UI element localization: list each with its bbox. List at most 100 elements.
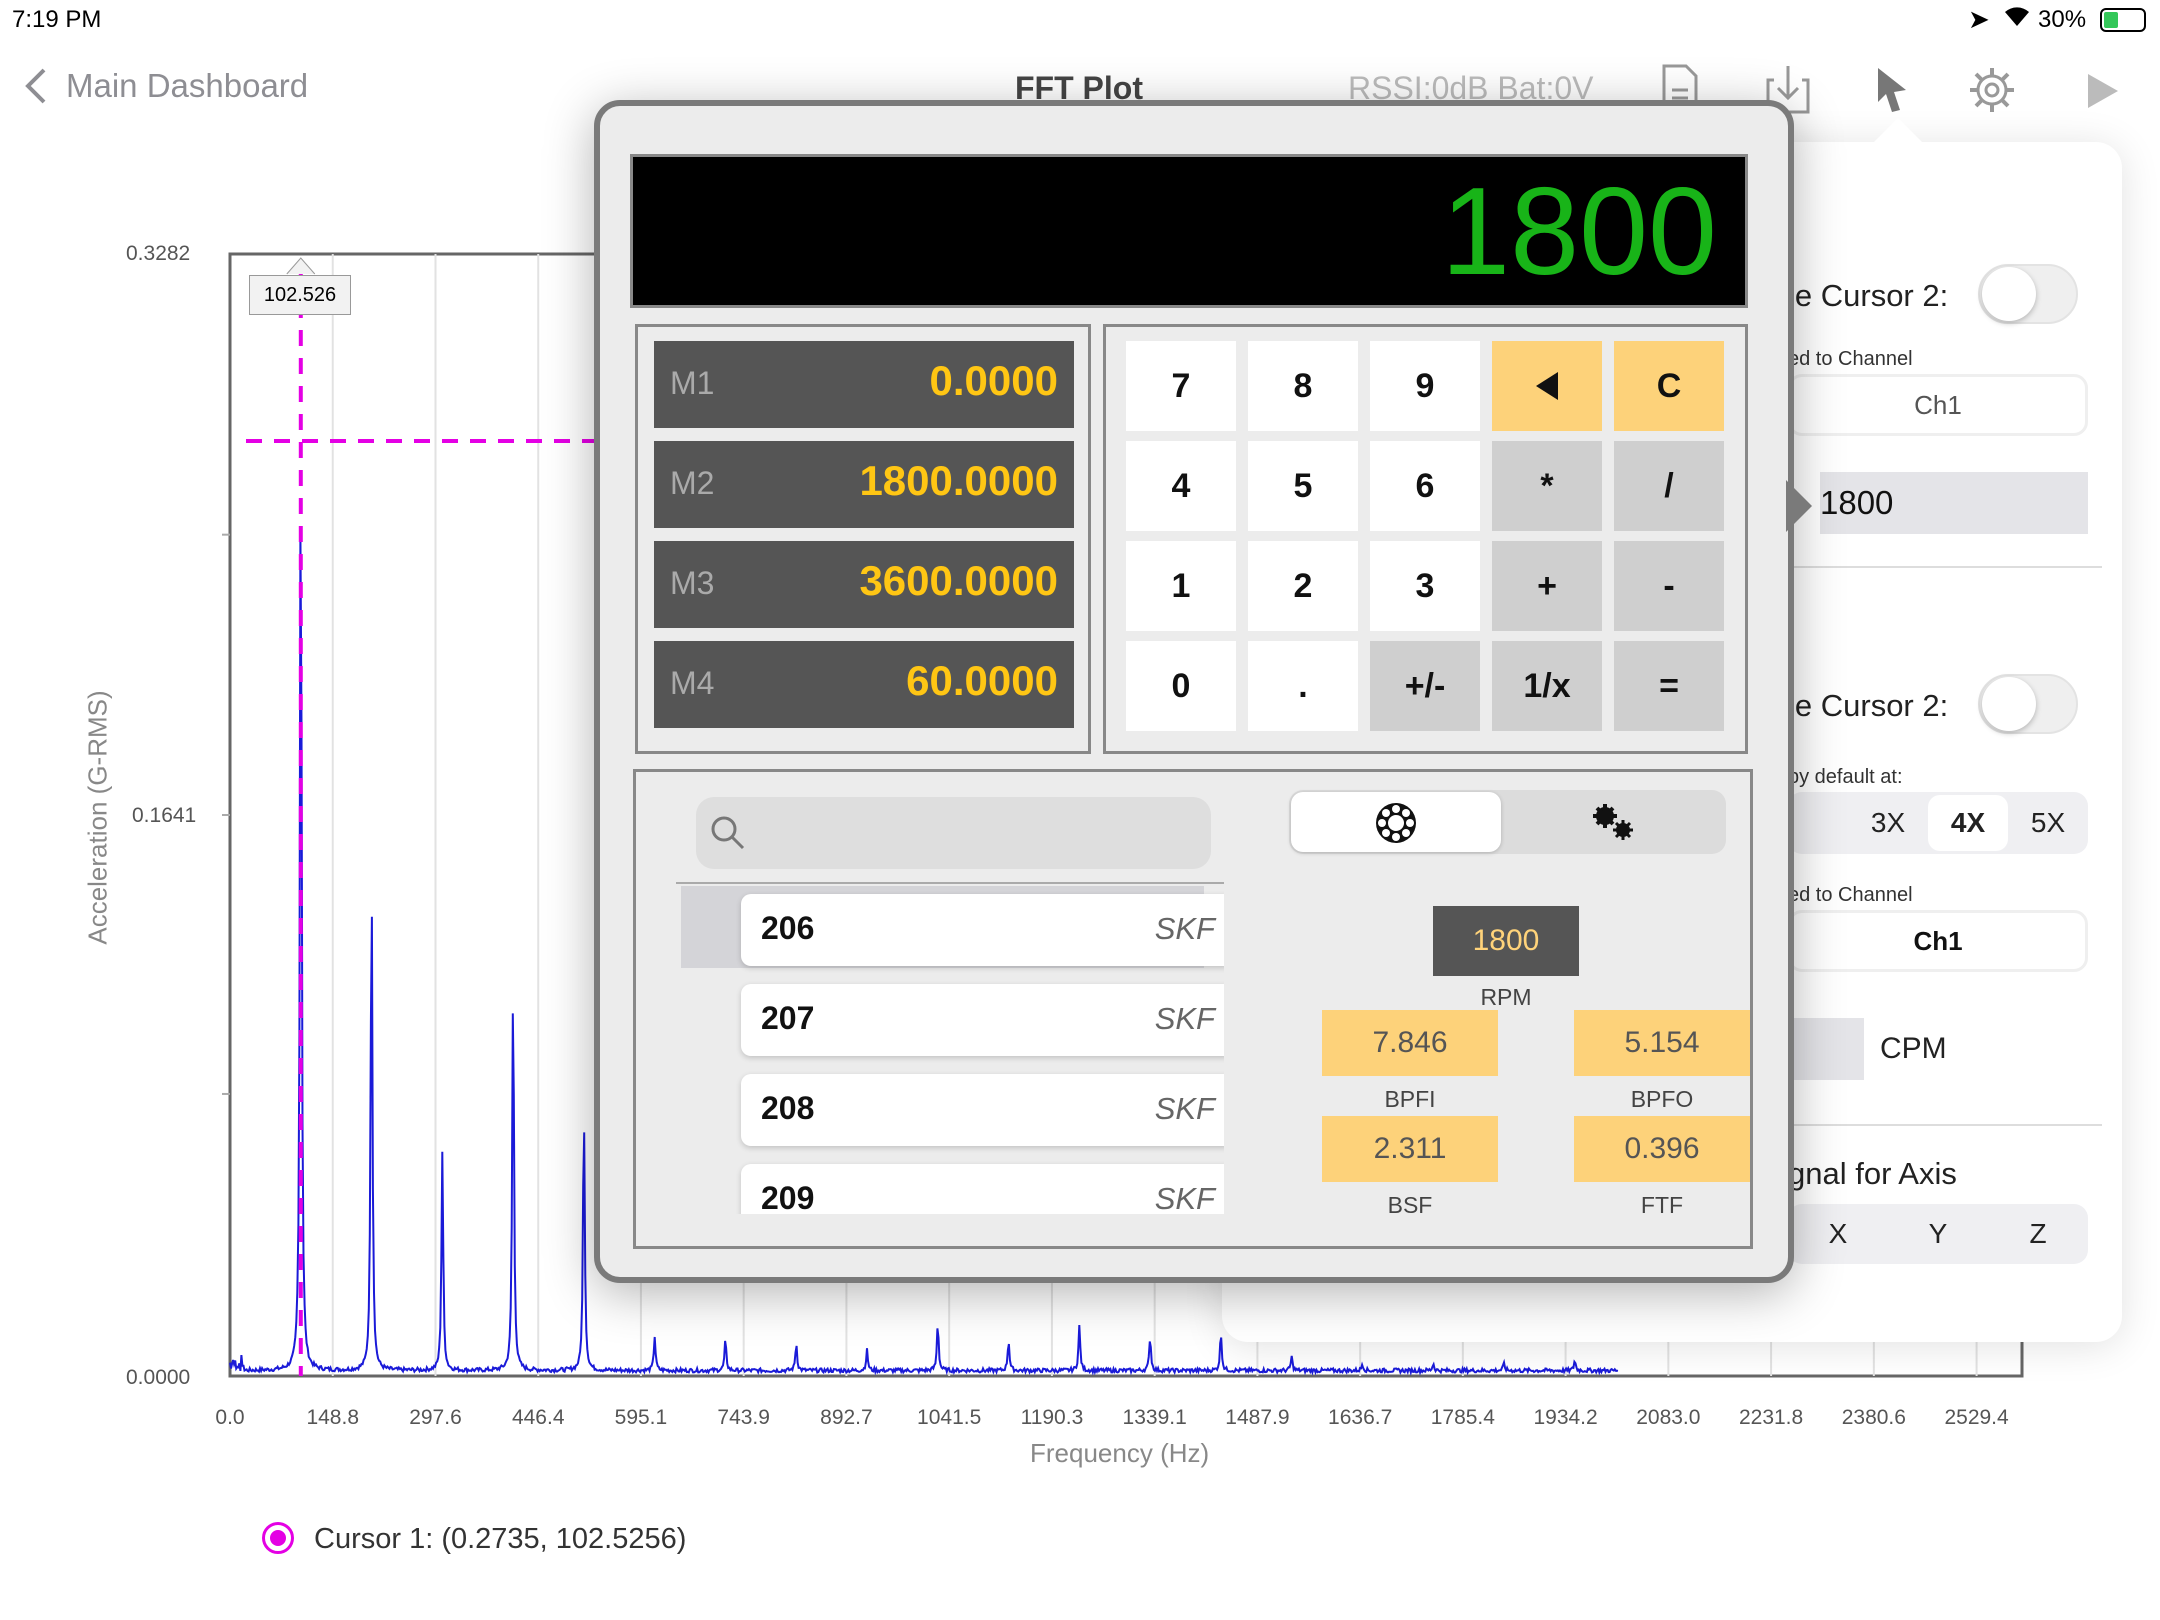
axis-y[interactable]: Y: [1888, 1204, 1988, 1264]
key-divide[interactable]: /: [1614, 441, 1724, 531]
key-backspace[interactable]: [1492, 341, 1602, 431]
cpm-input[interactable]: [1788, 1018, 1864, 1080]
bearing-mode-tab[interactable]: [1291, 792, 1501, 852]
y-tick-mid: 0.1641: [132, 804, 197, 827]
mode-segmented-control[interactable]: [1289, 790, 1726, 854]
key-plus[interactable]: +: [1492, 541, 1602, 631]
key-decimal[interactable]: .: [1248, 641, 1358, 731]
bearing-brand: SKF: [1154, 1091, 1215, 1126]
cursor2-toggle-b[interactable]: [1978, 674, 2078, 734]
harmonic-segmented-control[interactable]: 3X 4X 5X: [1788, 792, 2088, 854]
bearing-panel: 206 SKF 207 SKF 208 SKF 209 SKF 1800 RPM…: [633, 769, 1753, 1249]
popover-arrow: [1872, 118, 1924, 144]
search-icon: [711, 816, 745, 850]
harmonic-4x[interactable]: 4X: [1928, 795, 2008, 851]
bpfo-label: BPFO: [1630, 1086, 1694, 1112]
divider-2: [1788, 1124, 2102, 1126]
ftf-label: FTF: [1640, 1192, 1684, 1218]
gears-icon: [1593, 804, 1633, 840]
key-equals[interactable]: =: [1614, 641, 1724, 731]
channel-select-b[interactable]: Ch1: [1788, 910, 2088, 972]
memory-m3[interactable]: M3 3600.0000: [654, 541, 1074, 628]
bsf-value: 2.311: [1322, 1116, 1498, 1182]
x-tick-label: 148.8: [306, 1406, 359, 1429]
x-tick-label: 446.4: [512, 1406, 565, 1429]
keypad: 7 8 9 C 4 5 6 * / 1 2 3 + - 0 . +/- 1/x …: [1103, 324, 1748, 754]
wifi-icon: [2002, 2, 2032, 35]
cursor-pointer-icon[interactable]: [1872, 64, 1912, 119]
x-tick-label: 595.1: [615, 1406, 668, 1429]
memory-panel: M1 0.0000 M2 1800.0000 M3 3600.0000 M4 6…: [635, 324, 1091, 754]
key-5[interactable]: 5: [1248, 441, 1358, 531]
key-0[interactable]: 0: [1126, 641, 1236, 731]
bearing-icon: [1376, 803, 1416, 843]
display-value: 1800: [1441, 163, 1717, 301]
memory-m1[interactable]: M1 0.0000: [654, 341, 1074, 428]
ftf-value: 0.396: [1574, 1116, 1750, 1182]
memory-m4[interactable]: M4 60.0000: [654, 641, 1074, 728]
key-minus[interactable]: -: [1614, 541, 1724, 631]
memory-value: 1800.0000: [859, 457, 1058, 504]
bearing-list[interactable]: 206 SKF 207 SKF 208 SKF 209 SKF: [676, 886, 1224, 1214]
memory-value: 0.0000: [929, 357, 1058, 404]
calculator-display: 1800: [630, 154, 1748, 308]
key-4[interactable]: 4: [1126, 441, 1236, 531]
modal-pointer: [1786, 480, 1812, 532]
rpm-input[interactable]: 1800: [1820, 472, 2088, 534]
axis-segmented-control[interactable]: X Y Z: [1788, 1204, 2088, 1264]
memory-label: M3: [670, 565, 715, 601]
tooltip-pointer: [286, 257, 316, 275]
memory-m2[interactable]: M2 1800.0000: [654, 441, 1074, 528]
key-1[interactable]: 1: [1126, 541, 1236, 631]
key-2[interactable]: 2: [1248, 541, 1358, 631]
axis-z[interactable]: Z: [1988, 1204, 2088, 1264]
default-at-label: by default at:: [1788, 766, 1903, 788]
key-6[interactable]: 6: [1370, 441, 1480, 531]
x-tick-label: 2231.8: [1739, 1406, 1803, 1429]
x-tick-label: 1190.3: [1021, 1406, 1084, 1429]
bearing-brand: SKF: [1154, 1181, 1215, 1214]
gears-mode-tab[interactable]: [1589, 802, 1637, 847]
bearing-search-input[interactable]: [696, 797, 1211, 869]
x-tick-label: 2083.0: [1636, 1406, 1700, 1429]
list-item[interactable]: 207 SKF: [741, 984, 1224, 1056]
gear-icon[interactable]: [1968, 66, 2016, 119]
x-tick-label: 297.6: [409, 1406, 462, 1429]
key-3[interactable]: 3: [1370, 541, 1480, 631]
axis-x[interactable]: X: [1788, 1204, 1888, 1264]
rpm-label: RPM: [1480, 984, 1532, 1010]
x-tick-label: 743.9: [717, 1406, 770, 1429]
list-item[interactable]: 209 SKF: [741, 1164, 1224, 1214]
bearing-brand: SKF: [1154, 1001, 1215, 1036]
bearing-number: 208: [761, 1090, 815, 1126]
location-icon: ➤: [1968, 4, 1990, 34]
harmonic-5x[interactable]: 5X: [2008, 792, 2088, 854]
back-button[interactable]: Main Dashboard: [22, 66, 308, 106]
rpm-value-box[interactable]: 1800: [1433, 906, 1579, 976]
key-clear[interactable]: C: [1614, 341, 1724, 431]
divider: [1788, 566, 2102, 568]
harmonic-3x[interactable]: 3X: [1848, 792, 1928, 854]
y-tick-top: 0.3282: [126, 242, 191, 265]
bpfi-value: 7.846: [1322, 1010, 1498, 1076]
key-negate[interactable]: +/-: [1370, 641, 1480, 731]
key-9[interactable]: 9: [1370, 341, 1480, 431]
play-icon[interactable]: [2086, 72, 2120, 115]
rpm-calculator-modal: 1800 M1 0.0000 M2 1800.0000 M3 3600.0000…: [594, 100, 1812, 1283]
key-8[interactable]: 8: [1248, 341, 1358, 431]
list-item[interactable]: 208 SKF: [741, 1074, 1224, 1146]
key-7[interactable]: 7: [1126, 341, 1236, 431]
cursor-tooltip: 102.526: [249, 275, 351, 315]
list-item[interactable]: 206 SKF: [741, 894, 1224, 966]
key-multiply[interactable]: *: [1492, 441, 1602, 531]
cursor1-marker-icon: [262, 1522, 294, 1554]
x-tick-label: 1487.9: [1225, 1406, 1289, 1429]
bpfo-value: 5.154: [1574, 1010, 1750, 1076]
x-axis-title: Frequency (Hz): [1030, 1438, 1210, 1468]
key-reciprocal[interactable]: 1/x: [1492, 641, 1602, 731]
enable-cursor2-label: le Cursor 2:: [1788, 278, 1949, 313]
cursor2-toggle-a[interactable]: [1978, 264, 2078, 324]
backspace-icon: [1536, 372, 1558, 400]
channel-select-a[interactable]: Ch1: [1788, 374, 2088, 436]
memory-value: 3600.0000: [859, 557, 1058, 604]
